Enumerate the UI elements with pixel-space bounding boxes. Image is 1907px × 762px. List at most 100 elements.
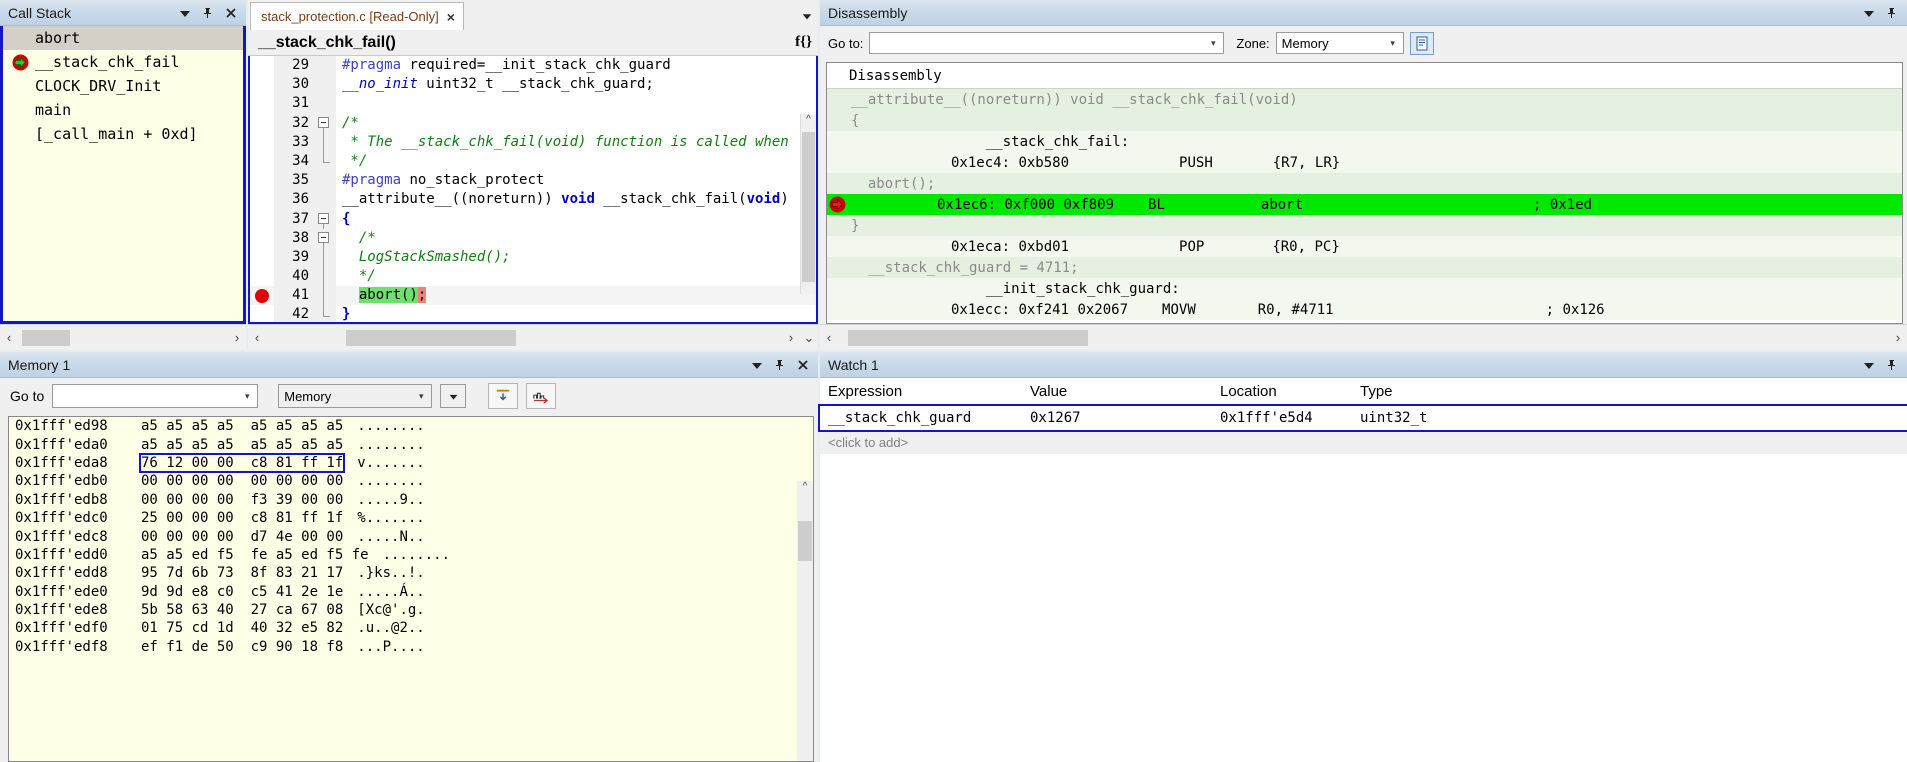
pin-icon[interactable]	[1885, 6, 1899, 20]
memory-save-button[interactable]	[526, 383, 556, 409]
scroll-right-icon[interactable]: ›	[228, 330, 246, 345]
memory-hex-selected[interactable]: 76 12 00 00 c8 81 ff 1f	[141, 455, 343, 471]
memory-hex-view[interactable]: 0x1fff'ed98a5 a5 a5 a5 a5 a5 a5 a5......…	[8, 416, 814, 762]
fold-toggle[interactable]	[314, 229, 336, 248]
memory-hex[interactable]: a5 a5 ed f5 fe a5 ed f5 fe	[141, 547, 369, 563]
disassembly-hscrollbar[interactable]: ‹ ›	[820, 324, 1907, 350]
tab-stack-protection-c[interactable]: stack_protection.c [Read-Only] ×	[250, 2, 464, 30]
editor-vscrollbar[interactable]: ^	[800, 114, 816, 294]
memory-hex[interactable]: a5 a5 a5 a5 a5 a5 a5 a5	[141, 437, 343, 453]
watch-expression[interactable]: __stack_chk_guard	[820, 410, 1030, 426]
tab-close-icon[interactable]: ×	[447, 9, 455, 25]
disassembly-list[interactable]: Disassembly __attribute__((noreturn)) vo…	[826, 62, 1903, 324]
code-text: __attribute__((noreturn)) void __stack_c…	[336, 190, 816, 209]
memory-hex[interactable]: 5b 58 63 40 27 ca 67 08	[141, 602, 343, 618]
column-value[interactable]: Value	[1030, 383, 1220, 400]
editor-hscrollbar[interactable]: ‹ › ⌄	[248, 324, 818, 350]
memory-hex[interactable]: 9d 9d e8 c0 c5 41 2e 1e	[141, 584, 343, 600]
memory-hex[interactable]: 00 00 00 00 f3 39 00 00	[141, 492, 343, 508]
chevron-down-icon[interactable]: ▾	[239, 391, 255, 402]
watch-rows[interactable]: __stack_chk_guard 0x1267 0x1fff'e5d4 uin…	[820, 406, 1907, 762]
disassembly-instruction-row[interactable]: 0x1eca: 0xbd01POP{R0, PC}	[827, 236, 1902, 257]
watch-row[interactable]: __stack_chk_guard 0x1267 0x1fff'e5d4 uin…	[820, 406, 1907, 430]
memory-ascii: .....Á..	[343, 584, 424, 600]
call-stack-row[interactable]: CLOCK_DRV_Init	[3, 74, 243, 98]
memory-ascii: ........	[343, 437, 424, 453]
memory-address: 0x1fff'edf8	[15, 639, 141, 655]
chevron-down-icon[interactable]	[1862, 6, 1876, 20]
editor-tab-dropdown[interactable]	[796, 2, 818, 30]
memory-vscrollbar[interactable]: ^	[797, 481, 813, 761]
chevron-down-icon[interactable]	[178, 6, 192, 20]
memory-row: 0x1fff'ede09d 9d e8 c0 c5 41 2e 1e.....Á…	[9, 583, 813, 601]
column-location[interactable]: Location	[1220, 383, 1360, 400]
call-stack-row[interactable]: abort	[3, 26, 243, 50]
chevron-down-icon	[448, 391, 459, 402]
memory-hex[interactable]: ef f1 de 50 c9 90 18 f8	[141, 639, 343, 655]
disassembly-instruction-row[interactable]: 0x1ecc: 0xf241 0x2067MOVWR0, #4711; 0x12…	[827, 299, 1902, 320]
call-stack-row[interactable]: __stack_chk_fail	[3, 50, 243, 74]
scroll-left-icon[interactable]: ‹	[248, 330, 266, 345]
zone-select[interactable]: Memory ▾	[1276, 32, 1404, 54]
memory-goto-input[interactable]: ▾	[52, 384, 258, 408]
scroll-right-icon[interactable]: ›	[782, 330, 800, 345]
memory-hex[interactable]: 00 00 00 00 d7 4e 00 00	[141, 529, 343, 545]
memory-row: 0x1fff'edb000 00 00 00 00 00 00 00......…	[9, 472, 813, 490]
close-icon[interactable]	[796, 358, 810, 372]
watch-value[interactable]: 0x1267	[1030, 410, 1220, 426]
code-text: LogStackSmashed();	[336, 248, 816, 267]
watch-location: 0x1fff'e5d4	[1220, 410, 1360, 426]
chevron-down-icon[interactable]: ▾	[1205, 38, 1221, 49]
pin-icon[interactable]	[1885, 358, 1899, 372]
scroll-left-icon[interactable]: ‹	[820, 330, 838, 345]
pin-icon[interactable]	[201, 6, 215, 20]
memory-title: Memory 1	[8, 357, 750, 373]
code-line: 31	[250, 94, 816, 113]
pin-icon[interactable]	[773, 358, 787, 372]
memory-dropdown-button[interactable]	[440, 384, 466, 408]
goto-input[interactable]: ▾	[869, 32, 1224, 54]
disassembly-current-instruction-row[interactable]: 0x1ec6: 0xf000 0xf809BLabort; 0x1ed	[827, 194, 1902, 215]
call-stack-row[interactable]: [_call_main + 0xd]	[3, 122, 243, 146]
scroll-down-icon[interactable]: ⌄	[800, 330, 818, 346]
call-stack-frame-label: [_call_main + 0xd]	[35, 125, 198, 143]
scroll-up-icon[interactable]: ^	[801, 114, 816, 130]
column-type[interactable]: Type	[1360, 383, 1480, 400]
call-stack-list[interactable]: abort __stack_chk_fail CLOCK_DRV_Init ma…	[0, 26, 246, 324]
line-number: 36	[274, 190, 314, 209]
chevron-down-icon[interactable]	[1862, 358, 1876, 372]
breakpoint-icon[interactable]	[250, 289, 274, 303]
column-expression[interactable]: Expression	[820, 383, 1030, 400]
memory-zone-value: Memory	[284, 389, 413, 404]
memory-address: 0x1fff'edb8	[15, 492, 141, 508]
memory-panel: Memory 1 Go to ▾ Memory ▾	[0, 352, 818, 762]
scroll-up-icon[interactable]: ^	[797, 481, 813, 497]
memory-hex[interactable]: a5 a5 a5 a5 a5 a5 a5 a5	[141, 418, 343, 434]
call-stack-row[interactable]: main	[3, 98, 243, 122]
scroll-left-icon[interactable]: ‹	[0, 330, 18, 345]
chevron-down-icon[interactable]: ▾	[413, 391, 429, 402]
close-icon[interactable]	[224, 6, 238, 20]
function-nav-icon[interactable]: f{}	[795, 34, 812, 51]
memory-zone-select[interactable]: Memory ▾	[278, 384, 432, 408]
memory-hex[interactable]: 01 75 cd 1d 40 32 e5 82	[141, 620, 343, 636]
toggle-mixed-mode-button[interactable]	[1410, 32, 1434, 55]
memory-hex[interactable]: 25 00 00 00 c8 81 ff 1f	[141, 510, 343, 526]
disassembly-source-row: __stack_chk_guard = 4711;	[827, 257, 1902, 278]
memory-hex[interactable]: 95 7d 6b 73 8f 83 21 17	[141, 565, 343, 581]
disassembly-text: 0x1ec4: 0xb580PUSH{R7, LR}	[847, 155, 1902, 171]
memory-hex[interactable]: 00 00 00 00 00 00 00 00	[141, 473, 343, 489]
fold-toggle[interactable]	[314, 210, 336, 229]
disassembly-instruction-row[interactable]: 0x1ec4: 0xb580PUSH{R7, LR}	[827, 152, 1902, 173]
watch-add-placeholder[interactable]: <click to add>	[820, 435, 1030, 450]
chevron-down-icon[interactable]	[750, 358, 764, 372]
call-stack-hscrollbar[interactable]: ‹ ›	[0, 324, 246, 350]
memory-fill-button[interactable]	[488, 383, 518, 409]
fold-toggle[interactable]	[314, 114, 336, 133]
editor-tabbar: stack_protection.c [Read-Only] ×	[248, 0, 818, 30]
code-line: 35#pragma no_stack_protect	[250, 171, 816, 190]
chevron-down-icon[interactable]: ▾	[1385, 38, 1401, 49]
scroll-right-icon[interactable]: ›	[1889, 330, 1907, 345]
editor-code-area[interactable]: 29#pragma required=__init_stack_chk_guar…	[248, 56, 818, 324]
watch-add-row[interactable]: <click to add>	[820, 430, 1907, 454]
